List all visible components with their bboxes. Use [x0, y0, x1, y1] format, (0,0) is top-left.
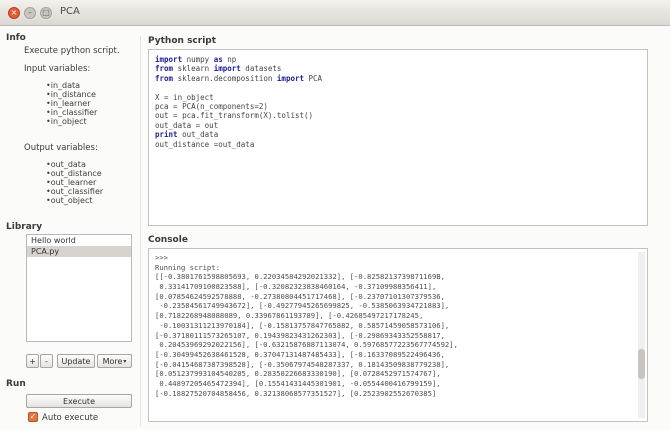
console-line: >>> — [155, 253, 168, 262]
script-line: from sklearn import datasets — [155, 64, 641, 73]
script-keyword: from — [155, 73, 174, 83]
input-variable: •in_classifier — [46, 108, 98, 117]
console-line: 0.33141709100823588], [-0.32082323838460… — [155, 282, 437, 292]
script-text: out_distance =out_data — [155, 139, 255, 149]
script-keyword: import — [155, 55, 183, 64]
script-line: out_data = out — [155, 121, 641, 130]
input-variable: •in_data — [46, 81, 81, 90]
window-titlebar: × – □ PCA — [0, 0, 670, 26]
pca-widget-window: Info Execute python script. Input variab… — [0, 26, 670, 430]
panel-divider[interactable] — [140, 36, 141, 426]
script-text: out_data = out — [155, 120, 219, 130]
close-icon[interactable]: × — [8, 7, 20, 19]
script-text: X = in_object — [155, 92, 214, 102]
python-script-heading: Python script — [148, 36, 217, 46]
remove-script-button[interactable]: - — [40, 354, 53, 368]
output-variable: •out_classifier — [46, 187, 104, 196]
output-variable: •out_distance — [46, 169, 102, 178]
script-text: datasets — [240, 64, 282, 74]
script-keyword: import — [213, 64, 241, 74]
script-text: out_data — [177, 130, 219, 140]
console-line: [-0.30499452638461528, 0.370471314874854… — [155, 349, 445, 359]
python-script-editor[interactable]: import numpy as np from sklearn import da… — [148, 49, 648, 226]
console-heading: Console — [148, 235, 188, 245]
console-line: [-0.04154687387398528], [-0.350679745482… — [155, 359, 450, 369]
window-title: PCA — [60, 6, 80, 17]
console-scrollbar-thumb[interactable] — [638, 349, 645, 379]
library-heading: Library — [6, 222, 43, 232]
info-heading: Info — [6, 33, 26, 43]
script-keyword: as — [213, 55, 223, 64]
output-variables-label: Output variables: — [24, 143, 98, 153]
script-text: sklearn.decomposition — [173, 73, 277, 83]
script-text: numpy — [182, 55, 214, 64]
console-line: Running script: — [155, 262, 220, 272]
console-line: [0.07854624592578888, -0.273808044517174… — [155, 291, 445, 301]
minimize-icon[interactable]: – — [24, 7, 36, 19]
update-script-button[interactable]: Update — [57, 354, 95, 368]
console-line: [-0.18827520704858456, 0.321380685773515… — [155, 388, 437, 398]
console-line: [0.051237993104540205, 0.283502266833301… — [155, 369, 441, 379]
script-line: X = in_object — [155, 93, 641, 102]
script-text: sklearn — [173, 64, 214, 74]
script-keyword: import — [276, 73, 305, 83]
more-label: More — [102, 356, 123, 366]
script-text: pca = PCA(n_components=2) — [155, 101, 268, 111]
more-button[interactable]: More ▾ — [97, 354, 132, 368]
auto-execute-checkbox[interactable]: ✓ — [28, 412, 38, 422]
console-line: [0.7182268948088089, 0.33967861193789], … — [155, 311, 424, 321]
script-line: import numpy as np — [155, 55, 641, 64]
script-keyword: print — [155, 130, 178, 140]
execute-button[interactable]: Execute — [26, 394, 132, 408]
console-output[interactable]: >>> Running script: [[-0.3801761598805693,… — [148, 248, 648, 422]
script-line: print out_data — [155, 130, 641, 139]
info-description: Execute python script. — [24, 46, 120, 56]
output-variables-list: •out_data •out_distance •out_learner •ou… — [46, 160, 103, 205]
output-variable: •out_learner — [46, 178, 97, 187]
input-variables-list: •in_data •in_distance •in_learner •in_cl… — [46, 81, 97, 126]
input-variable: •in_object — [46, 117, 87, 126]
script-keyword: from — [155, 64, 174, 74]
input-variable: •in_distance — [46, 90, 96, 99]
script-text: np — [222, 55, 237, 64]
maximize-icon[interactable]: □ — [40, 7, 52, 19]
add-script-button[interactable]: + — [26, 354, 39, 368]
run-heading: Run — [6, 379, 26, 389]
console-line: 0.44897205465472394], [0.155414314453019… — [155, 378, 441, 388]
input-variables-label: Input variables: — [24, 64, 91, 74]
script-line: from sklearn.decomposition import PCA — [155, 74, 641, 83]
input-variable: •in_learner — [46, 99, 91, 108]
script-line — [155, 83, 641, 92]
script-line: out_distance =out_data — [155, 140, 641, 149]
console-line: [[-0.3801761598805693, 0.220345842920213… — [155, 272, 445, 282]
console-scrollbar[interactable] — [638, 252, 645, 418]
script-line: out = pca.fit_transform(X).tolist() — [155, 111, 641, 120]
library-item-selected[interactable]: PCA.py — [27, 246, 131, 257]
output-variable: •out_object — [46, 196, 93, 205]
console-line: [-0.37180111573265107, 0.194398234312623… — [155, 330, 445, 340]
console-line: 0.20453969292022156], [-0.63215876887113… — [155, 340, 458, 350]
script-line: pca = PCA(n_components=2) — [155, 102, 641, 111]
console-line: -0.23584561749943672], [-0.4927794526569… — [155, 301, 450, 311]
console-lines: >>> Running script: [[-0.3801761598805693,… — [155, 253, 637, 398]
console-line: -0.10031311213970184], [-0.1581375784776… — [155, 320, 450, 330]
script-text: out = pca.fit_transform(X).tolist() — [155, 111, 314, 121]
auto-execute-label: Auto execute — [42, 413, 99, 423]
script-text: PCA — [304, 73, 323, 83]
output-variable: •out_data — [46, 160, 86, 169]
library-item[interactable]: Hello world — [27, 235, 131, 246]
library-list[interactable]: Hello world PCA.py — [26, 234, 132, 342]
chevron-down-icon: ▾ — [123, 357, 127, 365]
